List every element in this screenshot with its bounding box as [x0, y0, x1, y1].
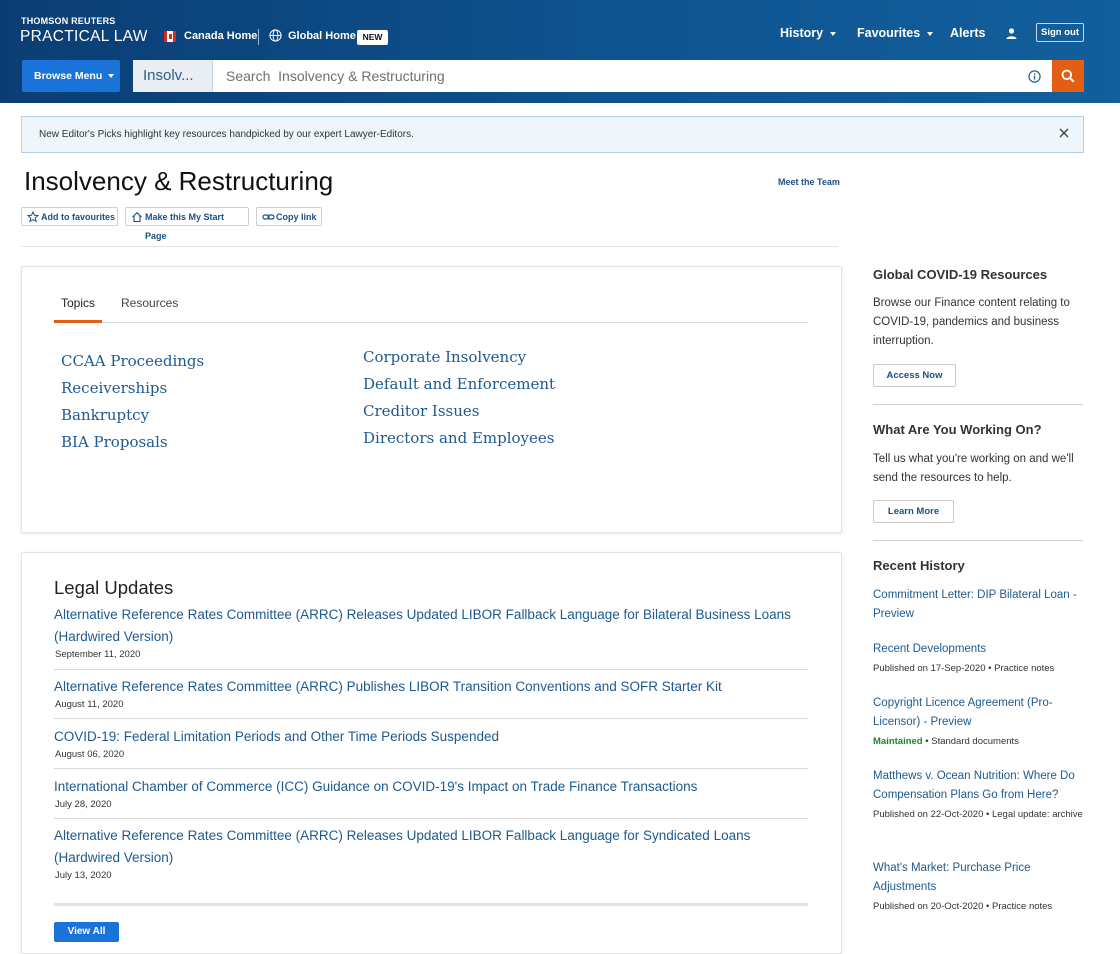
recent-history-link[interactable]: Copyright Licence Agreement (Pro-Licenso…: [873, 694, 1068, 732]
favourites-menu[interactable]: Favourites: [857, 26, 934, 40]
editors-picks-banner: New Editor's Picks highlight key resourc…: [21, 116, 1084, 153]
recent-history-link[interactable]: Commitment Letter: DIP Bilateral Loan - …: [873, 586, 1088, 624]
header-divider: [258, 29, 259, 45]
star-icon: [27, 211, 39, 223]
info-icon[interactable]: [1028, 70, 1041, 83]
search-bar: Insolv...: [133, 60, 1084, 92]
learn-more-button[interactable]: Learn More: [873, 500, 954, 523]
brand-logo[interactable]: PRACTICAL LAW: [20, 28, 148, 46]
topic-link[interactable]: Corporate Insolvency: [363, 348, 526, 366]
legal-update-link[interactable]: Alternative Reference Rates Committee (A…: [54, 604, 799, 648]
home-icon: [132, 212, 142, 223]
divider: [873, 540, 1083, 541]
new-badge: NEW: [357, 30, 388, 45]
divider: [54, 768, 808, 769]
search-icon: [1061, 69, 1075, 83]
legal-update-date: August 06, 2020: [55, 749, 125, 760]
banner-text: New Editor's Picks highlight key resourc…: [39, 129, 414, 140]
sign-out-button[interactable]: Sign out: [1036, 23, 1084, 42]
history-menu[interactable]: History: [780, 26, 837, 40]
browse-menu-button[interactable]: Browse Menu: [22, 60, 120, 92]
divider: [21, 246, 838, 247]
meet-the-team-link[interactable]: Meet the Team: [778, 177, 840, 187]
recent-history-meta: Published on 20-Oct-2020 • Practice note…: [873, 901, 1053, 912]
divider: [54, 903, 808, 906]
divider: [873, 404, 1083, 405]
copy-link-button[interactable]: Copy link: [256, 207, 322, 226]
topic-link[interactable]: Default and Enforcement: [363, 375, 555, 393]
search-scope-selector[interactable]: Insolv...: [133, 60, 213, 92]
maintained-status: Maintained: [873, 736, 923, 747]
topic-link[interactable]: BIA Proposals: [61, 433, 168, 451]
topic-link[interactable]: Receiverships: [61, 379, 167, 397]
chevron-down-icon: [830, 31, 837, 36]
add-to-favourites-label: Add to favourites: [41, 212, 116, 222]
legal-update-link[interactable]: International Chamber of Commerce (ICC) …: [54, 776, 799, 798]
recent-history-meta-type: • Standard documents: [922, 736, 1019, 747]
working-on-text: Tell us what you're working on and we'll…: [873, 453, 1074, 484]
add-to-favourites-button[interactable]: Add to favourites: [21, 207, 118, 226]
legal-updates-title: Legal Updates: [54, 577, 174, 598]
access-now-button[interactable]: Access Now: [873, 364, 956, 387]
globe-icon: [269, 29, 282, 42]
recent-history-link[interactable]: What's Market: Purchase Price Adjustment…: [873, 859, 1063, 897]
legal-update-date: September 11, 2020: [55, 649, 141, 660]
legal-update-date: July 13, 2020: [55, 870, 112, 881]
view-all-button[interactable]: View All: [54, 922, 119, 942]
recent-history-meta: Published on 22-Oct-2020 • Legal update:…: [873, 809, 1083, 820]
legal-update-link[interactable]: COVID-19: Federal Limitation Periods and…: [54, 726, 799, 748]
tab-resources[interactable]: Resources: [121, 296, 178, 310]
recent-history-title: Recent History: [873, 558, 965, 573]
close-icon[interactable]: [1058, 127, 1070, 139]
tab-topics[interactable]: Topics: [61, 296, 95, 310]
topic-link[interactable]: CCAA Proceedings: [61, 352, 204, 370]
chevron-down-icon: [927, 31, 934, 36]
recent-history-link[interactable]: Recent Developments: [873, 640, 1088, 659]
history-label: History: [780, 26, 824, 40]
divider: [54, 669, 808, 670]
legal-update-link[interactable]: Alternative Reference Rates Committee (A…: [54, 676, 799, 698]
user-icon[interactable]: [1005, 27, 1018, 40]
search-input[interactable]: [214, 60, 1034, 92]
divider: [54, 718, 808, 719]
covid-resources-text: Browse our Finance content relating to C…: [873, 297, 1070, 347]
topic-link[interactable]: Creditor Issues: [363, 402, 479, 420]
recent-history-meta: Maintained • Standard documents: [873, 732, 1083, 751]
make-start-page-button[interactable]: Make this My Start Page: [125, 207, 249, 241]
topic-link[interactable]: Bankruptcy: [61, 406, 149, 424]
recent-history-meta: Published on 17-Sep-2020 • Practice note…: [873, 663, 1055, 674]
page-title: Insolvency & Restructuring: [24, 166, 334, 196]
browse-menu-label: Browse Menu: [34, 70, 103, 82]
brand-company: THOMSON REUTERS: [21, 16, 116, 26]
chevron-down-icon: [108, 74, 115, 79]
divider: [54, 818, 808, 819]
alerts-link[interactable]: Alerts: [950, 26, 985, 40]
site-header: THOMSON REUTERS PRACTICAL LAW Canada Hom…: [0, 0, 1120, 103]
make-start-page-label: Make this My Start Page: [145, 212, 225, 241]
active-tab-indicator: [54, 320, 102, 323]
legal-update-link[interactable]: Alternative Reference Rates Committee (A…: [54, 825, 799, 869]
canada-home-link[interactable]: Canada Home: [184, 30, 257, 42]
tab-divider: [54, 322, 808, 323]
working-on-title: What Are You Working On?: [873, 422, 1042, 437]
recent-history-link[interactable]: Matthews v. Ocean Nutrition: Where Do Co…: [873, 767, 1088, 805]
legal-update-date: August 11, 2020: [55, 699, 124, 710]
legal-update-date: July 28, 2020: [55, 799, 112, 810]
copy-link-label: Copy link: [276, 212, 317, 222]
topic-link[interactable]: Directors and Employees: [363, 429, 554, 447]
covid-resources-title: Global COVID-19 Resources: [873, 267, 1048, 282]
search-button[interactable]: [1052, 60, 1084, 92]
favourites-label: Favourites: [857, 26, 921, 40]
global-home-link[interactable]: Global Home: [288, 30, 356, 42]
canada-flag-icon: [164, 31, 176, 42]
link-icon: [262, 214, 275, 220]
